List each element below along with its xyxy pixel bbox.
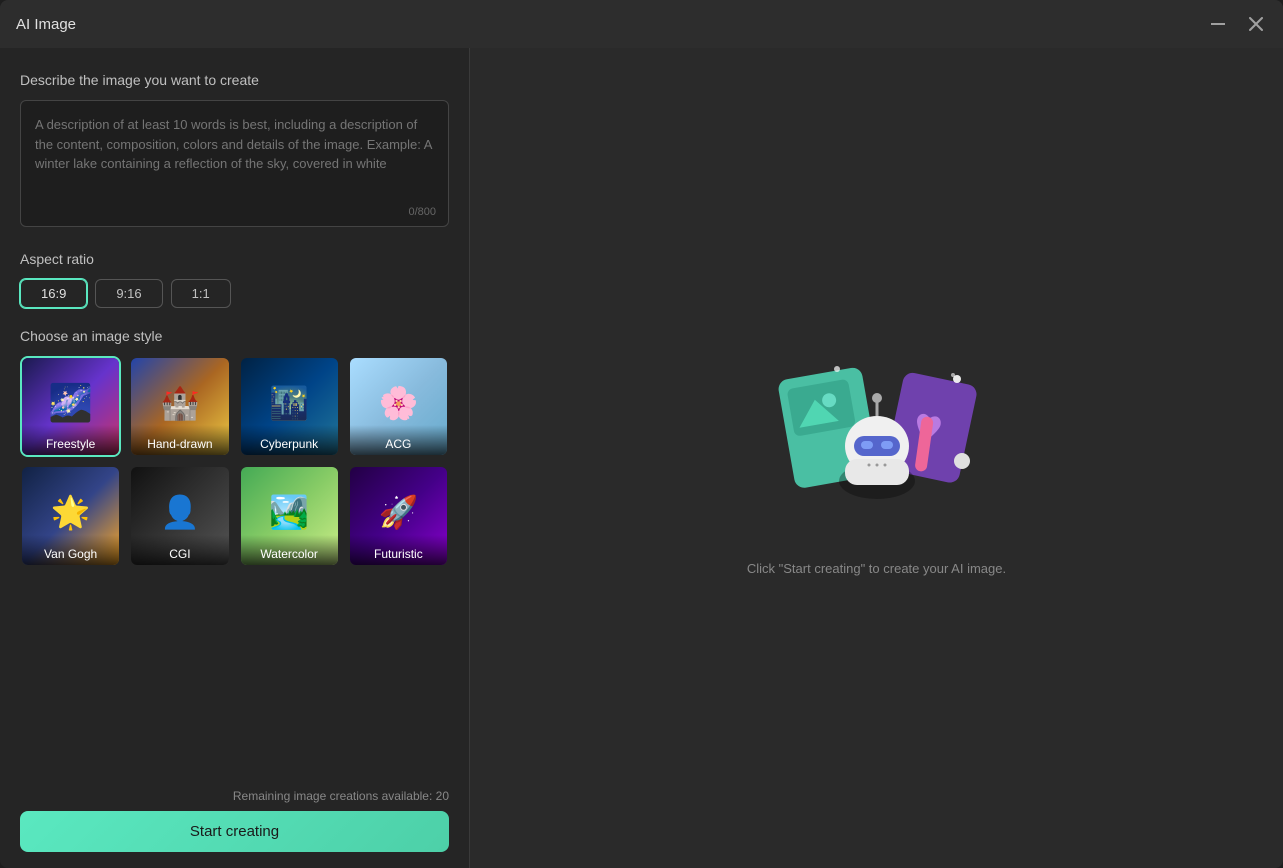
- style-card-cgi[interactable]: CGI: [129, 465, 230, 566]
- aspect-button-9-16[interactable]: 9:16: [95, 279, 162, 308]
- style-label: Choose an image style: [20, 328, 449, 344]
- style-section: Choose an image style Freestyle Hand-dra…: [20, 328, 449, 773]
- app-window: AI Image Describe the image you want to …: [0, 0, 1283, 868]
- style-card-futuristic[interactable]: Futuristic: [348, 465, 449, 566]
- minimize-button[interactable]: [1207, 13, 1229, 35]
- right-panel: Click "Start creating" to create your AI…: [470, 48, 1283, 868]
- textarea-wrapper: 0/800: [20, 100, 449, 227]
- style-card-freestyle[interactable]: Freestyle: [20, 356, 121, 457]
- style-card-cyberpunk[interactable]: Cyberpunk: [239, 356, 340, 457]
- aspect-ratio-section: Aspect ratio 16:9 9:16 1:1: [20, 251, 449, 308]
- left-panel: Describe the image you want to create 0/…: [0, 48, 470, 868]
- left-bottom: Remaining image creations available: 20 …: [20, 789, 449, 852]
- style-label-acg: ACG: [350, 425, 447, 455]
- style-label-cgi: CGI: [131, 535, 228, 565]
- style-card-vangogh[interactable]: Van Gogh: [20, 465, 121, 566]
- start-creating-button[interactable]: Start creating: [20, 811, 449, 852]
- aspect-button-16-9[interactable]: 16:9: [20, 279, 87, 308]
- style-label-futuristic: Futuristic: [350, 535, 447, 565]
- titlebar-controls: [1207, 13, 1267, 35]
- style-label-vangogh: Van Gogh: [22, 535, 119, 565]
- placeholder-illustration: [757, 341, 997, 541]
- remaining-text: Remaining image creations available: 20: [20, 789, 449, 803]
- style-grid: Freestyle Hand-drawn Cyberpunk ACG: [20, 356, 449, 567]
- style-label-handdrawn: Hand-drawn: [131, 425, 228, 455]
- style-label-freestyle: Freestyle: [22, 425, 119, 455]
- style-card-watercolor[interactable]: Watercolor: [239, 465, 340, 566]
- style-card-handdrawn[interactable]: Hand-drawn: [129, 356, 230, 457]
- titlebar: AI Image: [0, 0, 1283, 48]
- aspect-ratio-label: Aspect ratio: [20, 251, 449, 267]
- main-content: Describe the image you want to create 0/…: [0, 48, 1283, 868]
- placeholder-text: Click "Start creating" to create your AI…: [747, 561, 1006, 576]
- describe-section: Describe the image you want to create 0/…: [20, 72, 449, 251]
- describe-label: Describe the image you want to create: [20, 72, 449, 88]
- style-label-watercolor: Watercolor: [241, 535, 338, 565]
- style-label-cyberpunk: Cyberpunk: [241, 425, 338, 455]
- style-card-acg[interactable]: ACG: [348, 356, 449, 457]
- char-count: 0/800: [408, 206, 436, 218]
- aspect-button-1-1[interactable]: 1:1: [171, 279, 231, 308]
- aspect-buttons: 16:9 9:16 1:1: [20, 279, 449, 308]
- description-input[interactable]: [21, 101, 448, 221]
- close-button[interactable]: [1245, 13, 1267, 35]
- window-title: AI Image: [16, 16, 76, 33]
